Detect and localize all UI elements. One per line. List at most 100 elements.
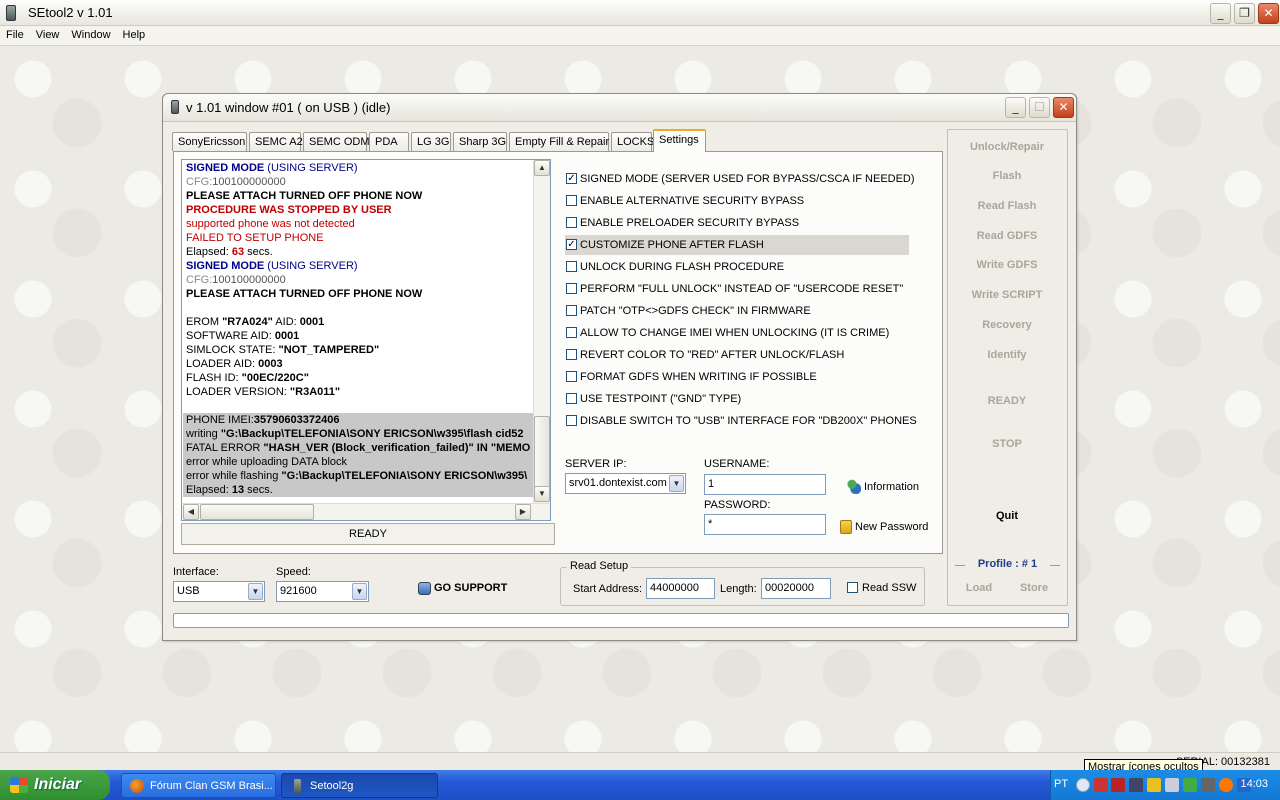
recovery-button[interactable]: Recovery <box>948 319 1066 331</box>
checkbox[interactable] <box>566 305 577 316</box>
scroll-left-icon[interactable]: ◀ <box>183 504 199 520</box>
new-password-button[interactable]: New Password <box>840 520 928 534</box>
tray-app-icon[interactable] <box>1219 778 1233 792</box>
tab-sonyericsson[interactable]: SonyEricsson <box>172 132 247 151</box>
option-row[interactable]: DISABLE SWITCH TO "USB" INTERFACE FOR "D… <box>565 411 917 431</box>
checkbox-checked[interactable]: ✓ <box>566 173 577 184</box>
option-row[interactable]: ✓ SIGNED MODE (SERVER USED FOR BYPASS/CSC… <box>565 169 915 189</box>
option-row[interactable]: ✓ CUSTOMIZE PHONE AFTER FLASH <box>565 235 909 255</box>
scroll-down-icon[interactable]: ▼ <box>534 486 550 502</box>
tab-settings[interactable]: Settings <box>653 129 706 152</box>
scroll-right-icon[interactable]: ▶ <box>515 504 531 520</box>
information-button[interactable]: Information <box>846 479 919 494</box>
option-row[interactable]: PATCH "OTP<>GDFS CHECK" IN FIRMWARE <box>565 301 909 321</box>
identify-button[interactable]: Identify <box>948 349 1066 361</box>
scroll-up-icon[interactable]: ▲ <box>534 160 550 176</box>
speed-select[interactable]: 921600 ▼ <box>276 581 369 602</box>
log-text: PHONE IMEI: <box>186 414 254 426</box>
read-ssw-checkbox[interactable] <box>847 582 858 593</box>
stop-button[interactable]: STOP <box>948 438 1066 450</box>
menu-window[interactable]: Window <box>65 26 116 41</box>
chevron-down-icon[interactable]: ▼ <box>669 475 684 492</box>
pdf-icon[interactable] <box>1111 778 1125 792</box>
lock-icon <box>840 520 852 534</box>
read-gdfs-button[interactable]: Read GDFS <box>948 230 1066 242</box>
password-field[interactable]: * <box>704 514 826 535</box>
speed-value: 921600 <box>280 585 317 597</box>
checkbox[interactable] <box>566 349 577 360</box>
option-row[interactable]: ALLOW TO CHANGE IMEI WHEN UNLOCKING (IT … <box>565 323 909 343</box>
tab-locks[interactable]: LOCKS <box>611 132 654 151</box>
checkbox[interactable] <box>566 283 577 294</box>
child-maximize-button[interactable]: ☐ <box>1029 97 1050 118</box>
checkbox[interactable] <box>566 371 577 382</box>
tab-sharp-3g[interactable]: Sharp 3G <box>453 132 507 151</box>
log-horizontal-scrollbar[interactable]: ◀ ▶ <box>182 503 550 520</box>
store-button[interactable]: Store <box>1010 582 1058 594</box>
log-hscroll-thumb[interactable] <box>200 504 314 520</box>
close-button[interactable]: ✕ <box>1258 3 1279 24</box>
log-line: EROM "R7A024" AID: 0001 <box>183 315 534 329</box>
write-script-button[interactable]: Write SCRIPT <box>948 289 1066 301</box>
shield-icon[interactable] <box>1147 778 1161 792</box>
username-field[interactable]: 1 <box>704 474 826 495</box>
checkbox[interactable] <box>566 217 577 228</box>
tab-semc-a2[interactable]: SEMC A2 <box>249 132 303 151</box>
child-minimize-button[interactable]: _ <box>1005 97 1026 118</box>
start-button[interactable]: Iniciar <box>0 770 110 800</box>
option-row[interactable]: USE TESTPOINT ("GND" TYPE) <box>565 389 909 409</box>
minimize-button[interactable]: _ <box>1210 3 1231 24</box>
chevron-down-icon[interactable]: ▼ <box>352 583 367 600</box>
tray-app-icon[interactable] <box>1094 778 1108 792</box>
language-indicator[interactable]: PT <box>1054 778 1068 790</box>
tray-app-icon[interactable] <box>1201 778 1215 792</box>
server-ip-value: srv01.dontexist.com <box>569 477 667 489</box>
checkbox[interactable] <box>566 327 577 338</box>
write-gdfs-button[interactable]: Write GDFS <box>948 259 1066 271</box>
log-line: Elapsed: 63 secs. <box>183 245 534 259</box>
menu-help[interactable]: Help <box>117 26 152 41</box>
tray-app-icon[interactable] <box>1165 778 1179 792</box>
log-vertical-scrollbar[interactable]: ▲ ▼ <box>533 160 550 503</box>
log-vscroll-thumb[interactable] <box>534 416 550 488</box>
option-row[interactable]: REVERT COLOR TO "RED" AFTER UNLOCK/FLASH <box>565 345 909 365</box>
chevron-down-icon[interactable]: ▼ <box>248 583 263 600</box>
tab-empty-fill-repair[interactable]: Empty Fill & Repair <box>509 132 609 151</box>
option-row[interactable]: PERFORM "FULL UNLOCK" INSTEAD OF "USERCO… <box>565 279 909 299</box>
option-row[interactable]: UNLOCK DURING FLASH PROCEDURE <box>565 257 909 277</box>
tray-app-icon[interactable] <box>1129 778 1143 792</box>
unlock-repair-button[interactable]: Unlock/Repair <box>948 141 1066 153</box>
read-flash-button[interactable]: Read Flash <box>948 200 1066 212</box>
menu-file[interactable]: File <box>0 26 30 41</box>
child-close-button[interactable]: ✕ <box>1053 97 1074 118</box>
tab-semc-odm[interactable]: SEMC ODM <box>303 132 370 151</box>
flash-button[interactable]: Flash <box>948 170 1066 182</box>
tab-pda[interactable]: PDA <box>369 132 409 151</box>
tab-lg-3g[interactable]: LG 3G <box>411 132 451 151</box>
option-row[interactable]: FORMAT GDFS WHEN WRITING IF POSSIBLE <box>565 367 909 387</box>
option-row[interactable]: ENABLE PRELOADER SECURITY BYPASS <box>565 213 909 233</box>
go-support-button[interactable]: GO SUPPORT <box>418 582 507 595</box>
server-ip-select[interactable]: srv01.dontexist.com ▼ <box>565 473 686 494</box>
quit-button[interactable]: Quit <box>948 510 1066 522</box>
taskbar-item-setool[interactable]: Setool2g <box>281 773 438 798</box>
option-row[interactable]: ENABLE ALTERNATIVE SECURITY BYPASS <box>565 191 909 211</box>
checkbox[interactable] <box>566 415 577 426</box>
menu-view[interactable]: View <box>30 26 66 41</box>
load-button[interactable]: Load <box>955 582 1003 594</box>
show-hidden-icons-icon[interactable] <box>1076 778 1090 792</box>
checkbox[interactable] <box>566 393 577 404</box>
log-text: SOFTWARE AID: <box>186 330 275 342</box>
network-icon[interactable] <box>1183 778 1197 792</box>
length-field[interactable]: 00020000 <box>761 578 831 599</box>
checkbox[interactable] <box>566 195 577 206</box>
log-output[interactable]: SIGNED MODE (USING SERVER) CFG:100100000… <box>181 159 551 521</box>
log-line: CFG:100100000000 <box>183 175 534 189</box>
start-address-field[interactable]: 44000000 <box>646 578 715 599</box>
new-password-label: New Password <box>855 521 929 533</box>
checkbox[interactable] <box>566 261 577 272</box>
interface-select[interactable]: USB ▼ <box>173 581 265 602</box>
restore-button[interactable]: ❐ <box>1234 3 1255 24</box>
taskbar-item-firefox[interactable]: Fórum Clan GSM Brasi... <box>121 773 276 798</box>
checkbox-checked[interactable]: ✓ <box>566 239 577 250</box>
